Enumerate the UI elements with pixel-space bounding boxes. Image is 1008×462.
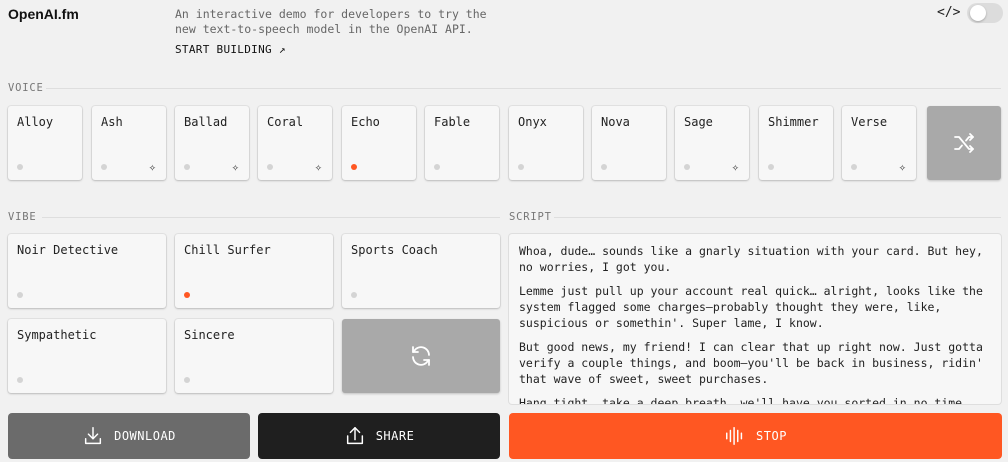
voice-card-sage[interactable]: Sage ✧ xyxy=(675,106,749,180)
voice-card-onyx[interactable]: Onyx xyxy=(509,106,583,180)
stop-button[interactable]: STOP xyxy=(509,413,1002,459)
share-label: SHARE xyxy=(375,429,415,443)
voice-card-nova[interactable]: Nova xyxy=(592,106,666,180)
vibe-name: Noir Detective xyxy=(17,243,119,257)
voice-name: Fable xyxy=(434,115,471,129)
status-dot xyxy=(851,164,857,170)
sparkle-icon: ✧ xyxy=(314,160,322,174)
status-dot xyxy=(601,164,607,170)
status-dot xyxy=(17,292,23,298)
status-dot xyxy=(768,164,774,170)
vibe-divider xyxy=(42,217,500,218)
voice-name: Ash xyxy=(101,115,123,129)
voice-divider xyxy=(46,88,1001,89)
voice-card-alloy[interactable]: Alloy xyxy=(8,106,82,180)
status-dot xyxy=(184,164,190,170)
voice-card-verse[interactable]: Verse ✧ xyxy=(842,106,916,180)
refresh-vibes-button[interactable] xyxy=(342,319,500,393)
dev-mode-toggle[interactable] xyxy=(967,3,1003,23)
code-icon[interactable]: </> xyxy=(937,5,960,20)
vibe-card-sincere[interactable]: Sincere xyxy=(175,319,333,393)
script-paragraph: Whoa, dude… sounds like a gnarly situati… xyxy=(519,244,983,274)
stop-label: STOP xyxy=(756,429,787,443)
shuffle-voice-button[interactable] xyxy=(927,106,1001,180)
status-dot xyxy=(17,377,23,383)
selected-indicator xyxy=(184,292,190,298)
vibe-name: Sports Coach xyxy=(351,243,438,257)
voice-name: Alloy xyxy=(17,115,54,129)
script-label: SCRIPT xyxy=(509,211,552,223)
intro-text: An interactive demo for developers to tr… xyxy=(175,7,487,36)
logo[interactable]: OpenAI.fm xyxy=(8,6,79,22)
script-divider xyxy=(554,217,1001,218)
script-paragraph: Hang tight, take a deep breath, we'll ha… xyxy=(519,396,970,404)
download-label: DOWNLOAD xyxy=(114,429,176,443)
voice-name: Sage xyxy=(684,115,713,129)
voice-label: VOICE xyxy=(8,82,44,94)
script-textarea[interactable]: Whoa, dude… sounds like a gnarly situati… xyxy=(509,234,1001,404)
download-button[interactable]: DOWNLOAD xyxy=(8,413,250,459)
status-dot xyxy=(184,377,190,383)
voice-name: Shimmer xyxy=(768,115,819,129)
selected-indicator xyxy=(351,164,357,170)
refresh-icon xyxy=(412,346,430,366)
share-button[interactable]: SHARE xyxy=(258,413,500,459)
voice-name: Onyx xyxy=(518,115,547,129)
toggle-knob xyxy=(970,5,986,21)
voice-card-ash[interactable]: Ash ✧ xyxy=(92,106,166,180)
vibe-name: Chill Surfer xyxy=(184,243,271,257)
status-dot xyxy=(101,164,107,170)
status-dot xyxy=(518,164,524,170)
voice-name: Nova xyxy=(601,115,630,129)
download-icon xyxy=(85,427,102,445)
vibe-name: Sympathetic xyxy=(17,328,97,342)
share-icon xyxy=(346,427,363,445)
status-dot xyxy=(684,164,690,170)
voice-card-ballad[interactable]: Ballad ✧ xyxy=(175,106,249,180)
vibe-card-chill-surfer[interactable]: Chill Surfer xyxy=(175,234,333,308)
voice-name: Coral xyxy=(267,115,304,129)
sparkle-icon: ✧ xyxy=(898,160,906,174)
shuffle-icon xyxy=(954,133,974,153)
vibe-name: Sincere xyxy=(184,328,235,342)
vibe-card-sports-coach[interactable]: Sports Coach xyxy=(342,234,500,308)
voice-name: Verse xyxy=(851,115,888,129)
waveform-icon xyxy=(726,427,743,445)
status-dot xyxy=(434,164,440,170)
voice-card-echo[interactable]: Echo xyxy=(342,106,416,180)
start-building-link[interactable]: START BUILDING ↗ xyxy=(175,43,286,56)
voice-card-shimmer[interactable]: Shimmer xyxy=(759,106,833,180)
script-paragraph: But good news, my friend! I can clear th… xyxy=(519,340,983,386)
vibe-label: VIBE xyxy=(8,211,37,223)
voice-card-coral[interactable]: Coral ✧ xyxy=(258,106,332,180)
sparkle-icon: ✧ xyxy=(731,160,739,174)
vibe-card-noir-detective[interactable]: Noir Detective xyxy=(8,234,166,308)
status-dot xyxy=(267,164,273,170)
sparkle-icon: ✧ xyxy=(148,160,156,174)
status-dot xyxy=(351,292,357,298)
sparkle-icon: ✧ xyxy=(231,160,239,174)
voice-card-fable[interactable]: Fable xyxy=(425,106,499,180)
vibe-card-sympathetic[interactable]: Sympathetic xyxy=(8,319,166,393)
status-dot xyxy=(17,164,23,170)
script-paragraph: Lemme just pull up your account real qui… xyxy=(519,284,983,330)
voice-name: Echo xyxy=(351,115,380,129)
voice-name: Ballad xyxy=(184,115,228,129)
